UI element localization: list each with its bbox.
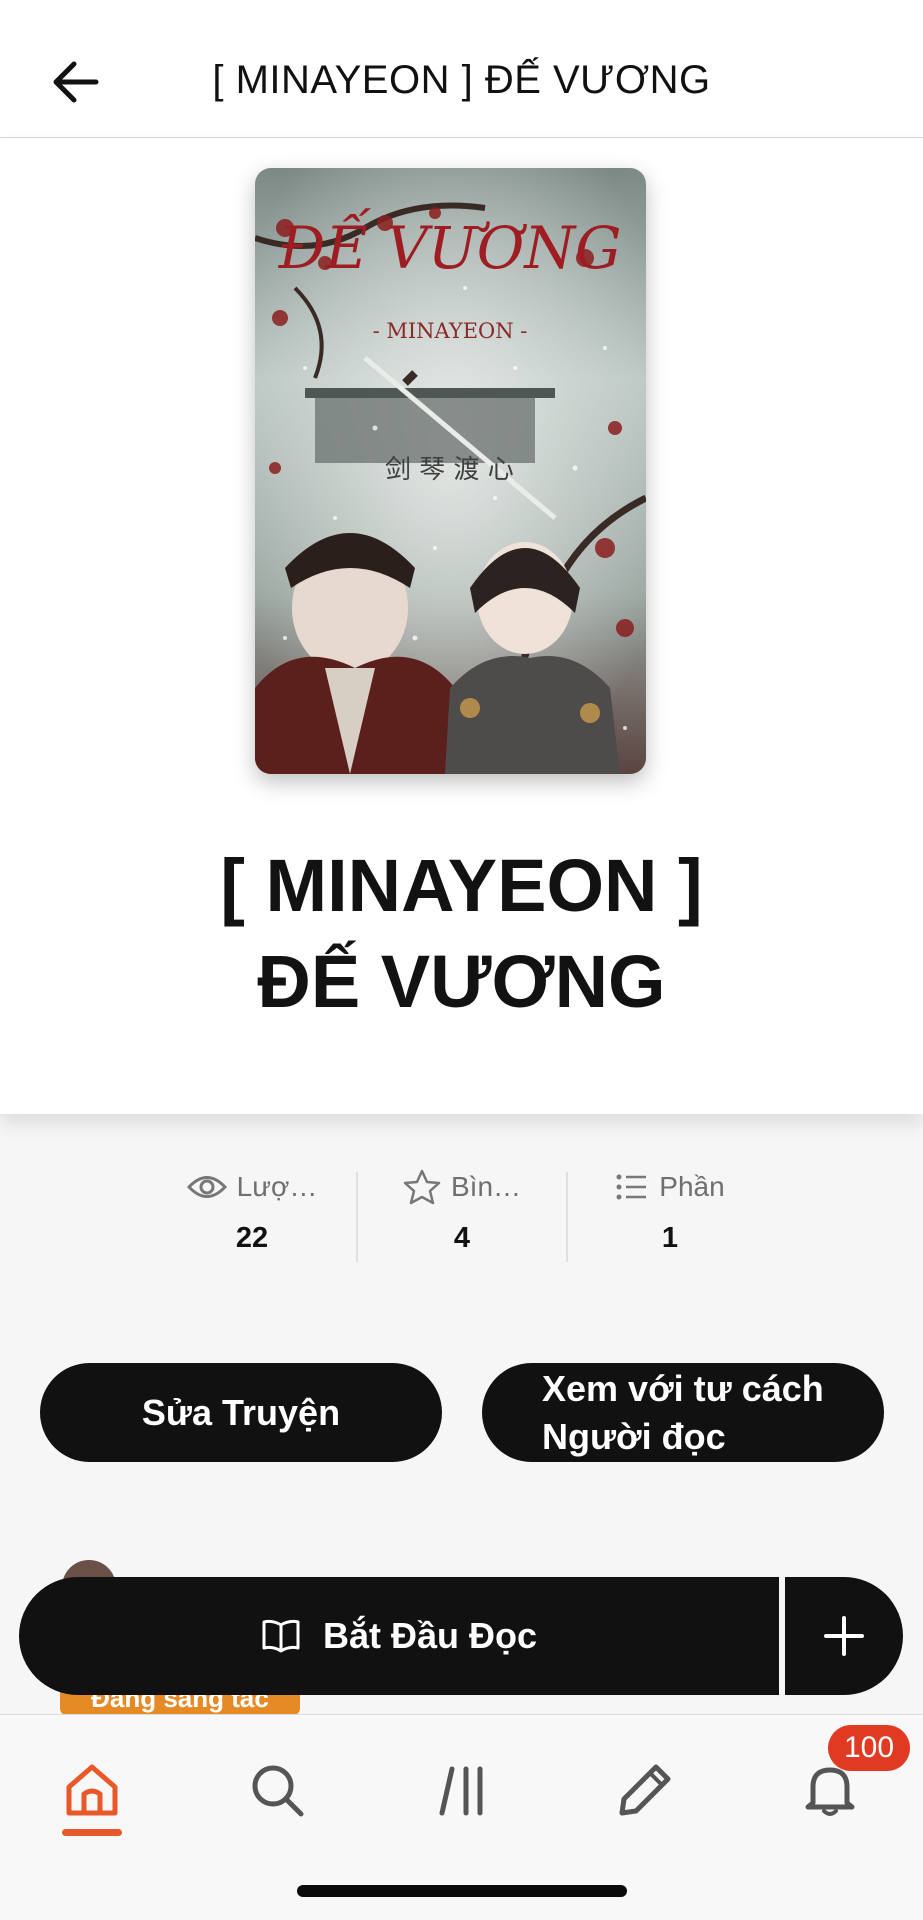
story-stats: Lượ… 22 Bìn… 4 Phần 1 xyxy=(0,1162,923,1272)
stat-value: 1 xyxy=(661,1222,679,1254)
edit-story-label: Sửa Truyện xyxy=(141,1391,341,1433)
stat-value: 4 xyxy=(453,1222,471,1254)
bottom-tab-bar: 100 xyxy=(0,1714,923,1920)
plus-icon xyxy=(824,1616,864,1656)
notification-count-badge: 100 xyxy=(828,1725,910,1771)
home-icon xyxy=(66,1764,118,1816)
story-title: [ MINAYEON ] ĐẾ VƯƠNG xyxy=(0,838,923,1030)
view-as-reader-button[interactable]: Xem với tư cách Người đọc xyxy=(482,1363,884,1462)
svg-text:剑 琴 渡 心: 剑 琴 渡 心 xyxy=(385,455,514,485)
tab-home[interactable] xyxy=(47,1745,137,1835)
back-button[interactable] xyxy=(44,50,108,114)
svg-text:- MINAYEON -: - MINAYEON - xyxy=(373,319,528,343)
tab-library[interactable] xyxy=(418,1745,508,1835)
stat-votes: Bìn… 4 xyxy=(362,1162,562,1272)
start-reading-bar: Bắt Đầu Đọc xyxy=(19,1577,903,1695)
edit-story-button[interactable]: Sửa Truyện xyxy=(40,1363,442,1462)
stat-value: 22 xyxy=(235,1222,269,1254)
stat-parts: Phần 1 xyxy=(570,1162,770,1272)
start-reading-label: Bắt Đầu Đọc xyxy=(322,1615,538,1656)
view-as-reader-label-line-2: Người đọc xyxy=(542,1415,726,1457)
story-title-line-2: ĐẾ VƯƠNG xyxy=(257,940,666,1023)
add-to-list-button[interactable] xyxy=(785,1577,903,1695)
svg-text:ĐẾ VƯƠNG: ĐẾ VƯƠNG xyxy=(278,208,622,282)
arrow-left-icon xyxy=(53,61,99,103)
stat-label: Lượ… xyxy=(236,1171,318,1202)
top-bar: [ MINAYEON ] ĐẾ VƯƠNG xyxy=(0,0,923,138)
list-icon xyxy=(616,1174,647,1200)
story-title-line-1: [ MINAYEON ] xyxy=(220,844,703,927)
start-reading-button[interactable]: Bắt Đầu Đọc xyxy=(19,1577,779,1695)
active-tab-indicator xyxy=(62,1829,122,1836)
tab-search[interactable] xyxy=(232,1745,322,1835)
divider xyxy=(566,1172,568,1262)
stat-reads: Lượ… 22 xyxy=(152,1162,352,1272)
view-as-reader-label-line-1: Xem với tư cách xyxy=(542,1367,824,1409)
eye-icon xyxy=(186,1176,227,1198)
story-hero: ĐẾ VƯƠNG - MINAYEON - 剑 琴 渡 心 [ MINAYEON… xyxy=(0,138,923,1114)
cover-artwork: ĐẾ VƯƠNG - MINAYEON - 剑 琴 渡 心 xyxy=(255,168,646,774)
stat-label: Phần xyxy=(659,1171,725,1202)
page-title: [ MINAYEON ] ĐẾ VƯƠNG xyxy=(212,58,711,102)
book-open-icon xyxy=(262,1619,300,1653)
search-icon xyxy=(252,1765,304,1817)
star-icon xyxy=(403,1169,441,1205)
stat-label: Bìn… xyxy=(450,1171,522,1202)
library-icon xyxy=(439,1766,483,1816)
pencil-icon xyxy=(619,1764,671,1816)
tab-write[interactable] xyxy=(600,1745,690,1835)
story-cover-image[interactable]: ĐẾ VƯƠNG - MINAYEON - 剑 琴 渡 心 xyxy=(255,168,646,774)
home-indicator xyxy=(297,1885,627,1897)
divider xyxy=(356,1172,358,1262)
